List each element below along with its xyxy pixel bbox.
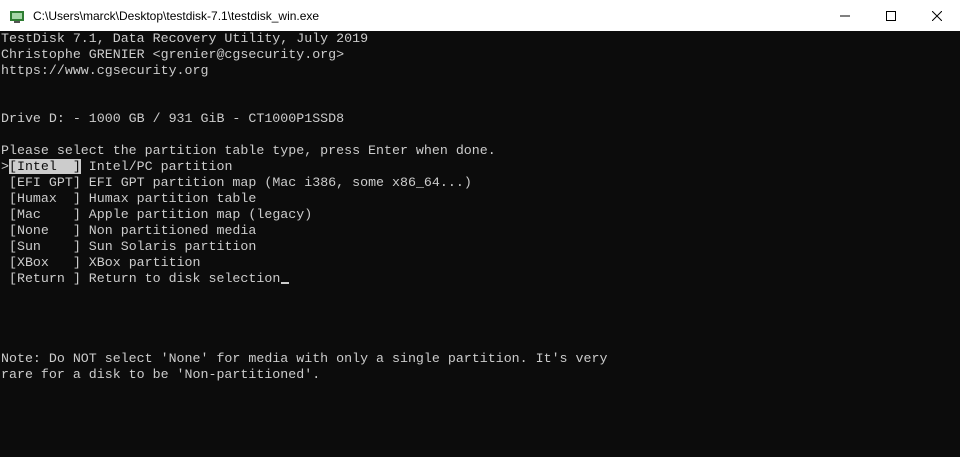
option-desc: Non partitioned media <box>80 223 257 238</box>
option-key: [EFI GPT] <box>8 175 81 190</box>
header-line-title: TestDisk 7.1, Data Recovery Utility, Jul… <box>1 31 369 46</box>
header-line-url: https://www.cgsecurity.org <box>1 63 209 78</box>
window-controls <box>822 0 960 31</box>
option-desc: Apple partition map (legacy) <box>80 207 313 222</box>
terminal-area[interactable]: TestDisk 7.1, Data Recovery Utility, Jul… <box>0 31 960 457</box>
text-cursor <box>281 282 290 284</box>
window-title: C:\Users\marck\Desktop\testdisk-7.1\test… <box>33 8 320 23</box>
title-bar[interactable]: C:\Users\marck\Desktop\testdisk-7.1\test… <box>0 0 960 31</box>
option-pointer: > <box>1 159 9 174</box>
testdisk-app-icon[interactable] <box>9 8 25 24</box>
option-desc: Return to disk selection <box>80 271 281 286</box>
minimize-button[interactable] <box>822 0 868 31</box>
option-sun[interactable]: [Sun ] Sun Solaris partition <box>1 239 256 255</box>
option-none[interactable]: [None ] Non partitioned media <box>1 223 256 239</box>
option-key: [Return ] <box>8 271 81 286</box>
option-key: [XBox ] <box>8 255 81 270</box>
option-pointer <box>1 191 9 206</box>
option-key: [None ] <box>8 223 81 238</box>
drive-info: Drive D: - 1000 GB / 931 GiB - CT1000P1S… <box>1 111 345 126</box>
option-desc: XBox partition <box>80 255 201 270</box>
note-line-1: Note: Do NOT select 'None' for media wit… <box>1 351 608 366</box>
option-key: [Humax ] <box>8 191 81 206</box>
maximize-icon <box>886 10 896 21</box>
option-desc: Humax partition table <box>80 191 257 206</box>
option-key: [Mac ] <box>8 207 81 222</box>
option-pointer <box>1 239 9 254</box>
selection-prompt: Please select the partition table type, … <box>1 143 496 158</box>
close-icon <box>932 10 942 21</box>
option-xbox[interactable]: [XBox ] XBox partition <box>1 255 201 271</box>
header-line-author: Christophe GRENIER <grenier@cgsecurity.o… <box>1 47 345 62</box>
option-pointer <box>1 271 9 286</box>
option-return[interactable]: [Return ] Return to disk selection <box>1 271 290 287</box>
option-humax[interactable]: [Humax ] Humax partition table <box>1 191 256 207</box>
option-desc: Sun Solaris partition <box>80 239 257 254</box>
option-key: [Sun ] <box>8 239 81 254</box>
option-desc: EFI GPT partition map (Mac i386, some x8… <box>80 175 472 190</box>
option-pointer <box>1 223 9 238</box>
option-mac[interactable]: [Mac ] Apple partition map (legacy) <box>1 207 312 223</box>
minimize-icon <box>840 15 850 16</box>
option-pointer <box>1 175 9 190</box>
option-intel[interactable]: >[Intel ] Intel/PC partition <box>1 159 232 175</box>
option-pointer <box>1 207 9 222</box>
close-button[interactable] <box>914 0 960 31</box>
console-window: C:\Users\marck\Desktop\testdisk-7.1\test… <box>0 0 960 457</box>
option-pointer <box>1 255 9 270</box>
note-line-2: rare for a disk to be 'Non-partitioned'. <box>1 367 321 382</box>
maximize-button[interactable] <box>868 0 914 31</box>
option-desc: Intel/PC partition <box>80 159 233 174</box>
option-key: [Intel ] <box>8 159 81 174</box>
option-efi-gpt[interactable]: [EFI GPT] EFI GPT partition map (Mac i38… <box>1 175 472 191</box>
